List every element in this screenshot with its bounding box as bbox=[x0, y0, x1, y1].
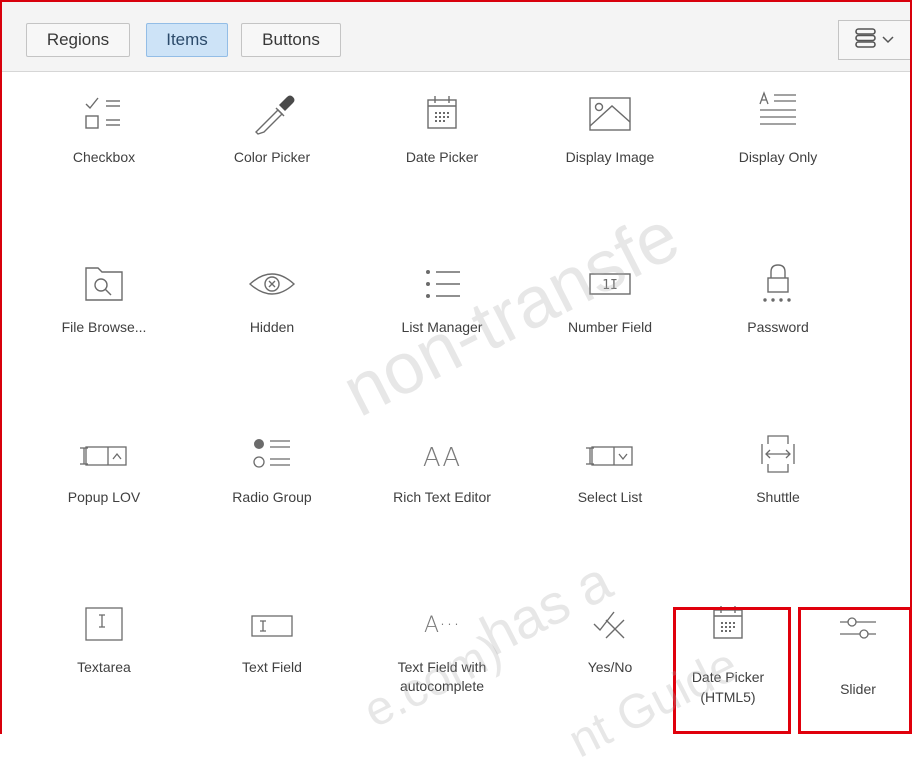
item-label: Shuttle bbox=[756, 489, 800, 505]
item-checkbox[interactable]: Checkbox bbox=[24, 72, 184, 192]
item-label-line2: autocomplete bbox=[399, 678, 485, 694]
item-label: Password bbox=[747, 319, 809, 335]
tab-items[interactable]: Items bbox=[146, 23, 228, 57]
item-label: Text Field bbox=[242, 659, 302, 675]
rich-text-editor-icon: AA bbox=[412, 430, 472, 478]
item-label: List Manager bbox=[401, 319, 483, 335]
items-grid: Checkbox Color Picker Date Picker Displa… bbox=[0, 72, 912, 734]
item-label: Number Field bbox=[567, 319, 653, 335]
autocomplete-glyph: A··· bbox=[424, 613, 460, 638]
item-label: Color Picker bbox=[233, 149, 311, 165]
color-picker-icon bbox=[242, 90, 302, 138]
item-label: Display Image bbox=[565, 149, 655, 165]
item-label: Rich Text Editor bbox=[393, 489, 491, 505]
view-toggle-button[interactable] bbox=[838, 20, 910, 60]
item-label: File Browse... bbox=[61, 319, 147, 335]
item-file-browse[interactable]: File Browse... bbox=[24, 242, 184, 362]
item-label: Display Only bbox=[738, 149, 818, 165]
item-popup-lov[interactable]: Popup LOV bbox=[24, 412, 184, 532]
gallery-toolbar: Regions Items Buttons bbox=[2, 2, 910, 72]
item-label: Checkbox bbox=[72, 149, 136, 165]
checkbox-icon bbox=[74, 90, 134, 138]
item-display-only[interactable]: Display Only bbox=[698, 72, 858, 192]
list-view-icon bbox=[855, 27, 877, 53]
text-field-autocomplete-icon: A··· bbox=[412, 600, 472, 648]
shuttle-icon bbox=[748, 430, 808, 478]
hidden-icon bbox=[242, 260, 302, 308]
item-display-image[interactable]: Display Image bbox=[530, 72, 690, 192]
item-label: Popup LOV bbox=[67, 489, 141, 505]
display-only-icon bbox=[748, 90, 808, 138]
number-field-glyph: 1I bbox=[602, 278, 618, 293]
tab-regions[interactable]: Regions bbox=[26, 23, 130, 57]
select-list-icon bbox=[580, 430, 640, 478]
item-select-list[interactable]: Select List bbox=[530, 412, 690, 532]
item-rich-text-editor[interactable]: AA Rich Text Editor bbox=[362, 412, 522, 532]
item-color-picker[interactable]: Color Picker bbox=[192, 72, 352, 192]
item-hidden[interactable]: Hidden bbox=[192, 242, 352, 362]
item-label: Date Picker bbox=[405, 149, 479, 165]
item-label: Select List bbox=[577, 489, 643, 505]
popup-lov-icon bbox=[74, 430, 134, 478]
item-text-field[interactable]: Text Field bbox=[192, 582, 352, 702]
item-date-picker[interactable]: Date Picker bbox=[362, 72, 522, 192]
textarea-icon bbox=[74, 600, 134, 648]
item-shuttle[interactable]: Shuttle bbox=[698, 412, 858, 532]
highlight-slider bbox=[798, 607, 912, 734]
password-icon bbox=[748, 260, 808, 308]
yes-no-icon bbox=[580, 600, 640, 648]
item-label: Hidden bbox=[249, 319, 295, 335]
list-manager-icon bbox=[412, 260, 472, 308]
item-password[interactable]: Password bbox=[698, 242, 858, 362]
item-textarea[interactable]: Textarea bbox=[24, 582, 184, 702]
highlight-date-picker-html5 bbox=[673, 607, 791, 734]
item-label: Radio Group bbox=[232, 489, 312, 505]
text-field-icon bbox=[242, 600, 302, 648]
item-text-field-autocomplete[interactable]: A··· Text Field with autocomplete bbox=[362, 582, 522, 702]
item-number-field[interactable]: 1I Number Field bbox=[530, 242, 690, 362]
display-image-icon bbox=[580, 90, 640, 138]
item-list-manager[interactable]: List Manager bbox=[362, 242, 522, 362]
rich-text-glyph: AA bbox=[423, 443, 461, 473]
date-picker-icon bbox=[412, 90, 472, 138]
tab-buttons[interactable]: Buttons bbox=[241, 23, 341, 57]
chevron-down-icon bbox=[882, 31, 894, 49]
file-browse-icon bbox=[74, 260, 134, 308]
item-label: Textarea bbox=[77, 659, 131, 675]
radio-group-icon bbox=[242, 430, 302, 478]
item-label-line1: Text Field with bbox=[397, 659, 487, 675]
number-field-icon: 1I bbox=[580, 260, 640, 308]
item-radio-group[interactable]: Radio Group bbox=[192, 412, 352, 532]
